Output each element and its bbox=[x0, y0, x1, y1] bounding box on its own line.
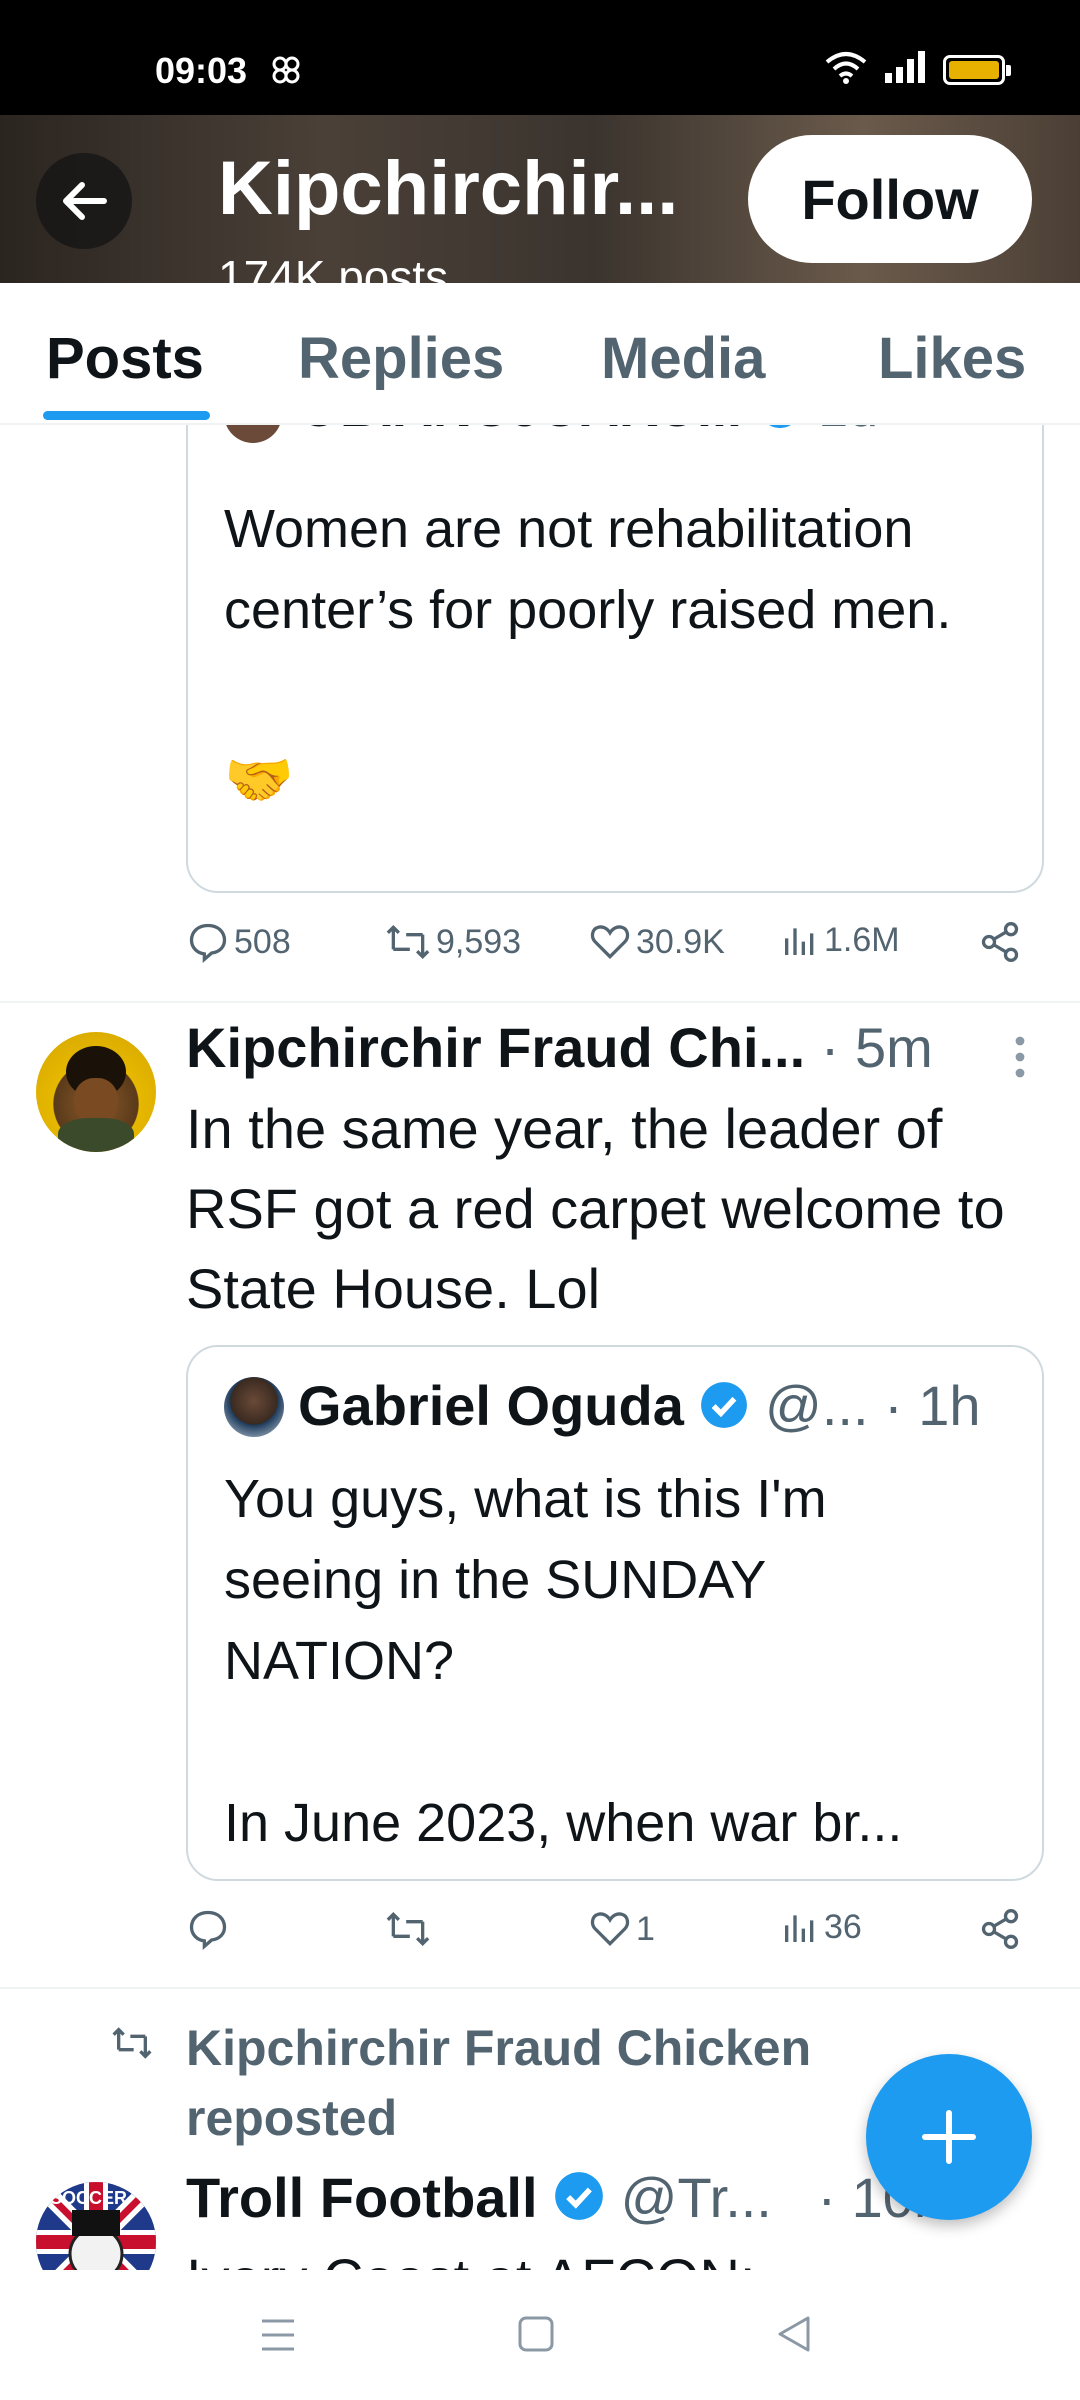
tab-likes[interactable]: Likes bbox=[878, 325, 1026, 392]
views-icon bbox=[785, 1915, 814, 1942]
post-text: Ivory Coast at AFCON: bbox=[186, 2239, 1046, 2270]
repost-button[interactable]: 9,593 bbox=[384, 920, 521, 964]
share-icon bbox=[981, 1909, 1019, 1949]
post-author-name[interactable]: Kipchirchir Fraud Chi... bbox=[186, 1016, 805, 1079]
quoted-post-card[interactable]: Gabriel Oguda @... · 1h You guys, what i… bbox=[186, 1345, 1044, 1881]
battery-icon bbox=[943, 54, 1011, 85]
profile-tabs: Posts Replies Media Likes bbox=[0, 283, 1080, 425]
reply-button[interactable]: 508 bbox=[186, 920, 291, 964]
like-button[interactable]: 30.9K bbox=[588, 920, 725, 964]
quoted-post-text: You guys, what is this I'm seeing in the… bbox=[224, 1469, 827, 1691]
quoted-time: · 1h bbox=[884, 1374, 981, 1437]
views-button[interactable]: 1.6M bbox=[780, 920, 900, 960]
status-time: 09:03 bbox=[155, 50, 248, 91]
arrow-left-icon bbox=[63, 182, 107, 220]
repost-label[interactable]: Kipchirchir Fraud Chicken reposted bbox=[186, 2013, 866, 2153]
profile-name: Kipchirchir... bbox=[218, 146, 679, 231]
verified-icon bbox=[757, 425, 803, 443]
post-actions: 1 36 bbox=[0, 1907, 1080, 1957]
quoted-handle: @... bbox=[764, 1374, 869, 1437]
share-button[interactable] bbox=[978, 920, 1022, 964]
post-actions: 508 9,593 30.9K 1.6M bbox=[0, 920, 1080, 970]
heart-icon bbox=[590, 925, 630, 960]
status-bar: 09:03 bbox=[0, 0, 1080, 115]
post-handle: @Tr... bbox=[620, 2166, 772, 2229]
plus-icon bbox=[922, 2110, 976, 2164]
verified-icon bbox=[699, 1378, 749, 1443]
post-time: · 5m bbox=[820, 1016, 933, 1079]
views-count: 1.6M bbox=[824, 920, 900, 959]
share-button[interactable] bbox=[978, 1907, 1022, 1951]
avatar[interactable]: SOCCER bbox=[36, 2182, 156, 2270]
compose-post-button[interactable] bbox=[866, 2054, 1032, 2220]
system-navigation-bar bbox=[0, 2270, 1080, 2400]
verified-icon bbox=[553, 2170, 605, 2235]
signal-icon bbox=[883, 51, 929, 88]
like-count: 30.9K bbox=[636, 922, 725, 961]
reply-icon bbox=[189, 923, 227, 964]
tab-replies[interactable]: Replies bbox=[298, 325, 504, 392]
reply-button[interactable] bbox=[186, 1907, 234, 1951]
repost-icon bbox=[386, 924, 430, 960]
quoted-time: 1d bbox=[818, 425, 878, 438]
avatar bbox=[224, 1377, 284, 1437]
avatar[interactable] bbox=[36, 1032, 156, 1152]
post-author-line[interactable]: Troll Football @Tr... · 10h bbox=[186, 2165, 945, 2235]
views-icon bbox=[785, 928, 814, 955]
menu-icon[interactable] bbox=[258, 2315, 298, 2360]
repost-button[interactable] bbox=[384, 1907, 436, 1951]
repost-icon bbox=[386, 1911, 430, 1947]
avatar-text: SOCCER bbox=[50, 2188, 128, 2208]
reply-icon bbox=[189, 1910, 227, 1951]
quoted-post-text: Women are not rehabilitation center’s fo… bbox=[224, 499, 952, 640]
divider bbox=[0, 1987, 1080, 1989]
quoted-post-text-continued: In June 2023, when war br... bbox=[224, 1793, 903, 1853]
follow-button[interactable]: Follow bbox=[748, 135, 1032, 263]
repost-count: 9,593 bbox=[436, 922, 522, 961]
home-icon[interactable] bbox=[516, 2314, 556, 2359]
more-options-icon[interactable] bbox=[1010, 1035, 1030, 1084]
quoted-author-name: OBIANUJUAKU... bbox=[298, 425, 742, 438]
repost-indicator-icon bbox=[108, 2023, 156, 2068]
back-nav-icon[interactable] bbox=[774, 2314, 814, 2359]
views-count: 36 bbox=[824, 1907, 862, 1946]
quoted-post-card[interactable]: OBIANUJUAKU... 1d Women are not rehabili… bbox=[186, 425, 1044, 893]
pinwheel-icon bbox=[268, 52, 304, 97]
quoted-author-name: Gabriel Oguda bbox=[298, 1374, 684, 1437]
heart-icon bbox=[590, 1912, 630, 1947]
avatar bbox=[224, 425, 282, 443]
wifi-icon bbox=[823, 50, 869, 89]
back-button[interactable] bbox=[36, 153, 132, 249]
post-author-line[interactable]: Kipchirchir Fraud Chi... · 5m bbox=[186, 1015, 933, 1080]
post-count: 174K posts bbox=[218, 251, 449, 283]
post-text: In the same year, the leader of RSF got … bbox=[186, 1097, 1005, 1320]
tab-media[interactable]: Media bbox=[601, 325, 765, 392]
reply-count: 508 bbox=[234, 922, 291, 961]
profile-header: Kipchirchir... 174K posts Follow bbox=[0, 115, 1080, 283]
divider bbox=[0, 1001, 1080, 1003]
share-icon bbox=[981, 922, 1019, 962]
tab-posts[interactable]: Posts bbox=[46, 325, 204, 392]
views-button[interactable]: 36 bbox=[780, 1907, 862, 1947]
like-button[interactable]: 1 bbox=[588, 1907, 655, 1951]
like-count: 1 bbox=[636, 1909, 655, 1948]
active-tab-indicator bbox=[43, 411, 210, 420]
post-author-name[interactable]: Troll Football bbox=[186, 2166, 538, 2229]
handshake-emoji: 🤝 bbox=[224, 748, 294, 811]
timeline[interactable]: OBIANUJUAKU... 1d Women are not rehabili… bbox=[0, 425, 1080, 2270]
